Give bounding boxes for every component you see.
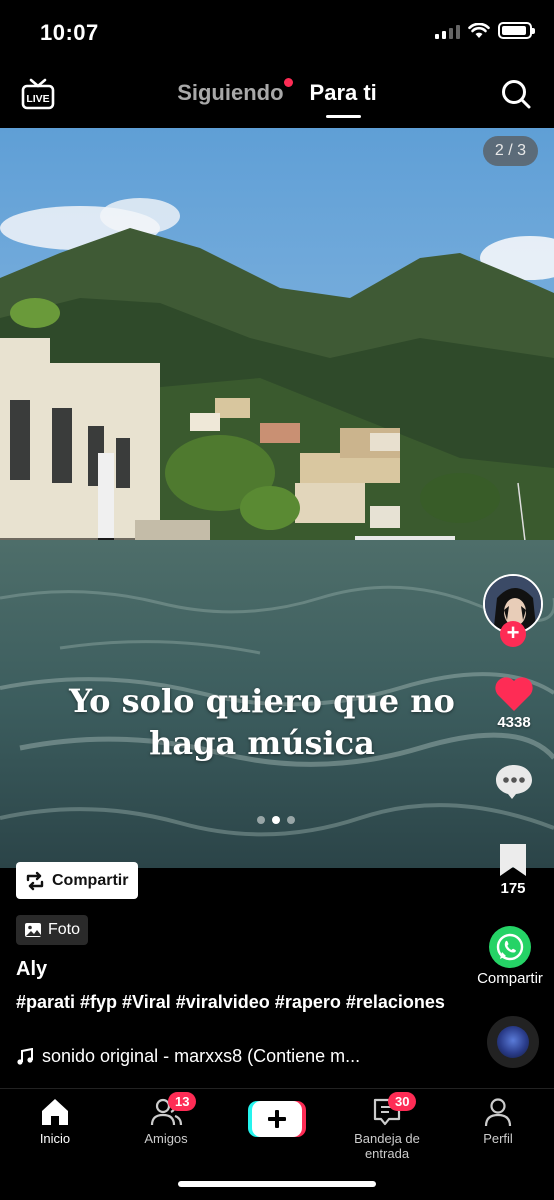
post-type-chip: Foto [16,915,89,945]
home-icon [42,1099,68,1125]
sound-row[interactable]: sonido original - marxxs8 (Contiene m... [16,1046,446,1067]
repost-icon [26,871,44,890]
post-type-label: Foto [48,921,81,938]
profile-icon [484,1098,512,1127]
amigos-badge: 13 [168,1092,197,1111]
page-counter: 2 / 3 [482,136,538,166]
status-bar: 10:07 [0,0,554,66]
carousel-dot [257,816,265,824]
sound-disc-artwork [497,1026,529,1058]
author-name[interactable]: Aly [16,958,47,981]
bandeja-badge: 30 [388,1092,417,1111]
nav-perfil-label: Perfil [483,1131,513,1146]
battery-icon [498,22,535,39]
search-icon[interactable] [500,78,532,110]
comments-button[interactable] [474,762,554,800]
heart-icon [495,677,533,711]
like-button[interactable]: 4338 [474,676,554,731]
share-label: Compartir [477,970,543,987]
tab-para-ti-label: Para ti [309,80,377,105]
share-button[interactable]: Compartir [466,926,554,987]
nav-perfil[interactable]: Perfil [443,1097,553,1146]
status-icons [435,22,535,39]
like-count: 4338 [497,714,531,731]
carousel-dot [287,816,295,824]
whatsapp-icon [489,926,531,968]
bookmark-icon [500,844,526,876]
nav-inicio[interactable]: Inicio [0,1097,110,1146]
cellular-signal-icon [435,23,460,39]
notification-dot [283,78,293,87]
home-indicator [178,1181,376,1187]
follow-plus-button[interactable]: + [500,621,526,647]
status-time: 10:07 [40,20,99,45]
sound-title: sonido original - marxxs8 (Contiene m... [42,1046,361,1066]
create-plus-icon[interactable] [248,1101,306,1137]
tab-para-ti[interactable]: Para ti [309,80,377,118]
nav-bandeja[interactable]: Bandeja de entrada [332,1097,442,1161]
carousel-dot-active [272,816,280,824]
post-description[interactable]: #parati #fyp #Viral #viralvideo #rapero … [16,990,456,1014]
tab-siguiendo-label: Siguiendo [177,80,284,105]
carousel-indicator [257,816,295,824]
sound-disc[interactable] [487,1016,539,1068]
comment-bubble-icon [496,765,532,799]
share-chip-label: Compartir [52,871,129,889]
wifi-icon [468,22,490,38]
post-photo[interactable]: 2 / 3 Yo solo quiero que no haga música [0,128,554,868]
nav-bandeja-label: Bandeja de entrada [354,1131,420,1161]
active-tab-indicator [325,115,361,118]
top-nav: LIVE Siguiendo Para ti [0,66,554,128]
photo-icon [25,923,41,937]
nav-amigos[interactable]: Amigos [111,1097,221,1146]
bookmark-count: 175 [500,880,526,897]
nav-inicio-label: Inicio [39,1131,71,1146]
music-note-icon [17,1047,33,1065]
photo-caption: Yo solo quiero que no haga música [69,682,455,762]
bookmark-button[interactable]: 175 [473,842,553,897]
feed-tabs: Siguiendo Para ti [0,78,554,118]
share-chip[interactable]: Compartir [16,862,139,899]
tab-siguiendo[interactable]: Siguiendo [177,78,293,106]
nav-amigos-label: Amigos [144,1131,188,1146]
